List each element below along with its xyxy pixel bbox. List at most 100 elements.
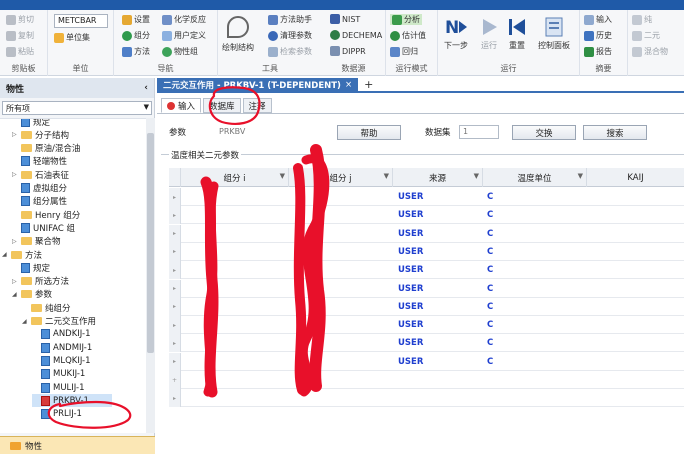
tree-item[interactable]: ANDMIJ-1 (32, 341, 92, 354)
filter-icon[interactable]: ▼ (474, 172, 479, 180)
param-field[interactable]: PRKBV (215, 125, 275, 139)
temp-unit-cell[interactable]: C (487, 298, 493, 316)
pane-bottom-tab[interactable]: 物性 (0, 436, 155, 454)
add-row-handle[interactable]: + (169, 371, 181, 389)
mixture-button[interactable]: 混合物 (632, 46, 668, 57)
chem-reactions-button[interactable]: 化学反应 (162, 14, 206, 25)
tab-database[interactable]: 数据库 (203, 98, 241, 113)
user-defined-button[interactable]: 用户定义 (162, 30, 206, 41)
swap-button[interactable]: 交换 (512, 125, 576, 140)
expand-toggle-icon[interactable]: ▷ (12, 171, 18, 178)
temp-unit-cell[interactable]: C (487, 280, 493, 298)
history-button[interactable]: 历史 (584, 30, 612, 41)
table-row[interactable]: + (169, 371, 684, 389)
method-assistant-button[interactable]: 方法助手 (268, 14, 312, 25)
tree-item[interactable]: 原油/混合油 (12, 142, 80, 155)
temp-unit-cell[interactable]: C (487, 316, 493, 334)
tree-item[interactable]: PRKBV-1 (32, 394, 112, 408)
tab-comments[interactable]: 注释 (242, 98, 272, 113)
column-header-component-j[interactable]: 组分 j ▼ (289, 168, 393, 187)
setup-button[interactable]: 设置 (122, 14, 150, 25)
tree-item[interactable]: ◢ 参数 (12, 288, 52, 301)
filter-select[interactable]: 所有项 ▼ (2, 101, 152, 115)
column-header-source[interactable]: 来源 ▼ (393, 168, 483, 187)
temp-unit-cell[interactable]: C (487, 206, 493, 224)
next-button[interactable]: N 下一步 (444, 16, 468, 51)
tree-item[interactable]: ▷ 所选方法 (12, 275, 69, 288)
tree-scrollbar[interactable] (146, 118, 155, 433)
row-handle[interactable]: ▸ (169, 261, 181, 280)
source-cell[interactable]: USER (398, 280, 423, 298)
copy-button[interactable]: 复制 (6, 30, 34, 41)
table-row[interactable]: ▸ USER C (169, 316, 684, 335)
expand-toggle-icon[interactable]: ◢ (12, 291, 18, 298)
new-tab-button[interactable]: + (364, 78, 373, 91)
tree-item[interactable]: ▷ 分子结构 (12, 128, 69, 141)
row-handle[interactable]: ▸ (169, 188, 181, 206)
table-row[interactable]: ▸ USER C (169, 352, 684, 371)
row-handle[interactable]: ▸ (169, 224, 181, 243)
row-handle[interactable]: ▸ (169, 242, 181, 261)
temp-unit-cell[interactable]: C (487, 334, 493, 352)
source-cell[interactable]: USER (398, 261, 423, 279)
tree-item[interactable]: UNIFAC 组 (12, 221, 75, 234)
tab-input[interactable]: 输入 (161, 98, 202, 113)
tree-item[interactable]: ◢ 二元交互作用 (22, 315, 96, 328)
source-cell[interactable]: USER (398, 334, 423, 352)
tree-item[interactable]: MLQKIJ-1 (32, 354, 91, 367)
filter-icon[interactable]: ▼ (384, 172, 389, 180)
unit-combo[interactable]: METCBAR (54, 14, 108, 28)
report-button[interactable]: 报告 (584, 46, 612, 57)
tree-item[interactable]: ANDKIJ-1 (32, 328, 90, 341)
tree-item[interactable]: MUKIJ-1 (32, 368, 85, 381)
temp-unit-cell[interactable]: C (487, 188, 493, 206)
clear-params-button[interactable]: 清理参数 (268, 30, 312, 41)
regression-button[interactable]: 回归 (390, 46, 418, 57)
expand-toggle-icon[interactable]: ▷ (12, 131, 18, 138)
expand-toggle-icon[interactable]: ▷ (12, 238, 18, 245)
source-cell[interactable]: USER (398, 188, 423, 206)
table-row[interactable]: ▸ (169, 389, 684, 408)
temp-unit-cell[interactable]: C (487, 353, 493, 371)
tree-item[interactable]: 规定 (12, 261, 50, 274)
row-handle[interactable]: ▸ (169, 316, 181, 335)
source-cell[interactable]: USER (398, 243, 423, 261)
tree-item[interactable]: MULIJ-1 (32, 381, 84, 394)
tree-item[interactable]: Henry 组分 (12, 208, 80, 221)
draw-structure-button[interactable]: 绘制结构 (222, 16, 254, 53)
analysis-button[interactable]: 分析 (390, 14, 422, 25)
expand-toggle-icon[interactable]: ◢ (2, 251, 8, 258)
estimation-button[interactable]: 估计值 (390, 30, 426, 41)
collapse-pane-icon[interactable]: ‹ (144, 83, 148, 93)
run-button[interactable]: 运行 (478, 16, 500, 51)
filter-icon[interactable]: ▼ (280, 172, 285, 180)
source-cell[interactable]: USER (398, 353, 423, 371)
temp-unit-cell[interactable]: C (487, 261, 493, 279)
dataset-field[interactable]: 1 (459, 125, 499, 139)
binary-button[interactable]: 二元 (632, 30, 660, 41)
retrieve-params-button[interactable]: 检索参数 (268, 46, 312, 57)
tree-item[interactable]: ▷ 石油表征 (12, 168, 69, 181)
cut-button[interactable]: 剪切 (6, 14, 34, 25)
table-row[interactable]: ▸ USER C (169, 297, 684, 316)
table-row[interactable]: ▸ USER C (169, 334, 684, 353)
summary-input-button[interactable]: 输入 (584, 14, 612, 25)
search-button[interactable]: 搜索 (583, 125, 647, 140)
row-handle[interactable]: ▸ (169, 334, 181, 353)
row-handle[interactable]: ▸ (169, 206, 181, 225)
property-set-button[interactable]: 物性组 (162, 46, 198, 57)
nist-button[interactable]: NIST (330, 14, 360, 24)
row-handle[interactable]: ▸ (169, 279, 181, 298)
source-cell[interactable]: USER (398, 225, 423, 243)
source-cell[interactable]: USER (398, 206, 423, 224)
paste-button[interactable]: 粘贴 (6, 46, 34, 57)
close-icon[interactable]: × (345, 80, 352, 90)
source-cell[interactable]: USER (398, 316, 423, 334)
filter-icon[interactable]: ▼ (578, 172, 583, 180)
column-header-temp-unit[interactable]: 温度单位 ▼ (483, 168, 587, 187)
row-handle[interactable]: ▸ (169, 297, 181, 316)
table-row[interactable]: ▸ USER C (169, 224, 684, 243)
tree-item[interactable]: ◢ 方法 (2, 248, 42, 261)
temp-unit-cell[interactable]: C (487, 225, 493, 243)
column-header-kaij[interactable]: KAIJ (587, 168, 684, 187)
